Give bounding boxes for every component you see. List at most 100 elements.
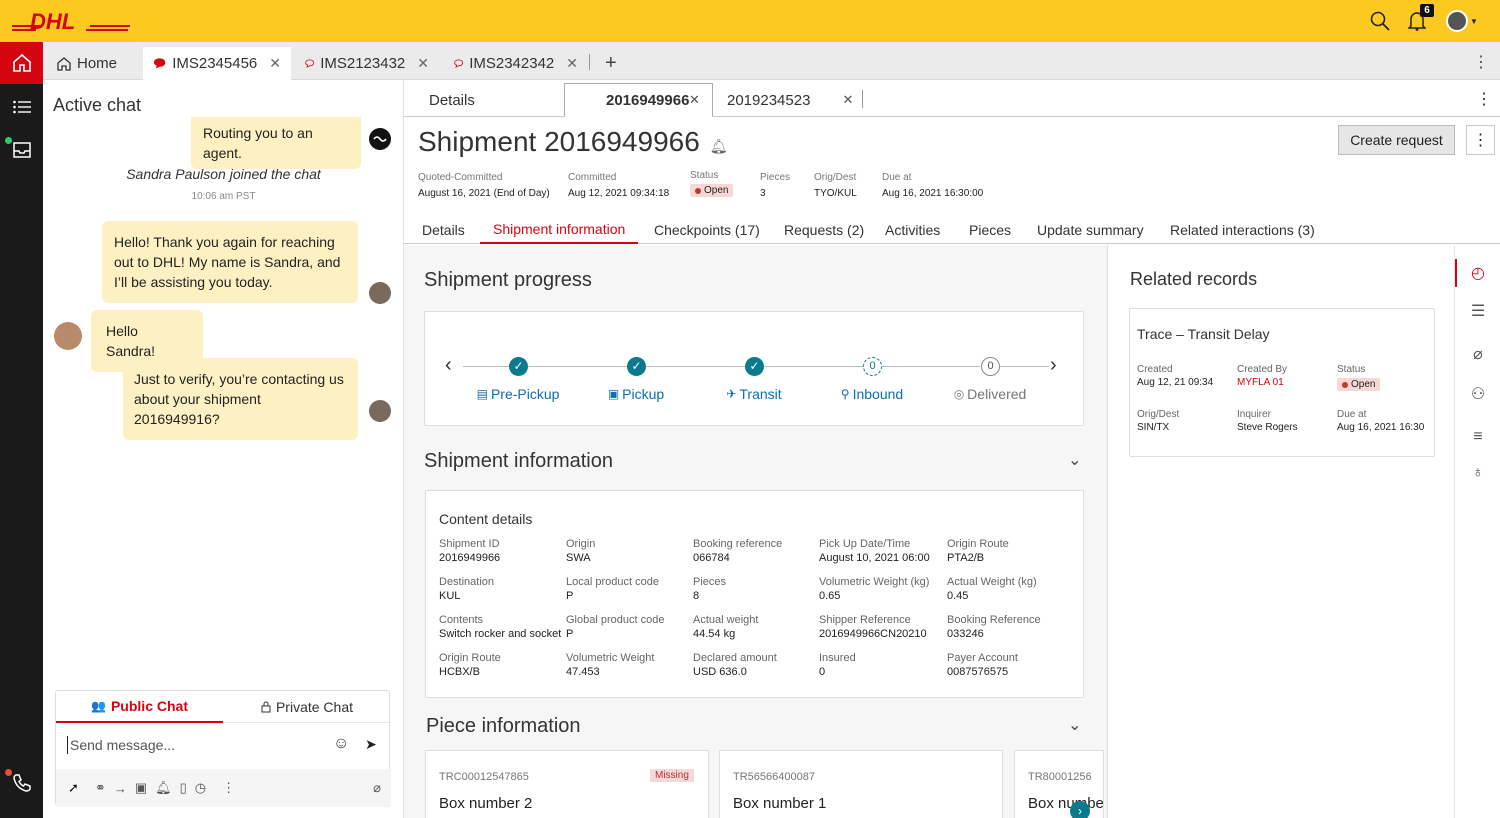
contacts-icon[interactable]: ⚇: [1455, 380, 1500, 408]
tab-label: Details: [429, 91, 475, 109]
chevron-right-icon[interactable]: ›: [1050, 354, 1057, 377]
close-icon[interactable]: ✕: [566, 55, 578, 72]
emoji-icon[interactable]: ☺: [333, 735, 349, 753]
home-nav-button[interactable]: [0, 42, 43, 84]
create-request-button[interactable]: Create request: [1338, 125, 1455, 155]
translate-icon[interactable]: ⚭: [95, 780, 106, 796]
tab-shipment-information[interactable]: Shipment information: [480, 216, 639, 244]
tab-pieces[interactable]: Pieces: [969, 216, 1011, 244]
kebab-menu-icon[interactable]: ⋮: [1473, 52, 1489, 72]
content-scroll-area[interactable]: Shipment progress ‹ › ✓ ▤ Pre-Pickup ✓ ▣ P…: [404, 245, 1107, 818]
avatar-menu[interactable]: ▼: [1444, 8, 1480, 34]
message-text: Hello Sandra!: [106, 323, 156, 359]
meta-committed: Committed Aug 12, 2021 09:34:18: [568, 172, 669, 199]
piece-card[interactable]: TRC00012547865 Missing Box number 2: [425, 750, 709, 818]
page-title: Shipment 2016949966 🔔︎: [418, 126, 728, 158]
tab-ims2345456[interactable]: IMS2345456 ✕: [143, 47, 291, 80]
more-actions-button[interactable]: ⋮: [1466, 125, 1495, 155]
send-icon[interactable]: ➤: [365, 736, 377, 753]
chevron-down-icon[interactable]: ⌄: [1068, 450, 1081, 470]
chevron-left-icon[interactable]: ‹: [445, 354, 452, 377]
chat-mode-tabs: 👥 Public Chat Private Chat: [56, 691, 391, 723]
progress-line: [882, 366, 980, 367]
more-icon[interactable]: ⋮: [222, 780, 235, 796]
inbox-nav-button[interactable]: [0, 129, 43, 171]
attachment-icon[interactable]: ⌀: [373, 780, 381, 796]
lightbulb-icon[interactable]: ♁: [1455, 459, 1500, 487]
message-input[interactable]: Send message...: [70, 737, 175, 753]
piece-card[interactable]: TR56566400087 Box number 1: [719, 750, 1003, 818]
list-icon[interactable]: ≡: [1455, 423, 1500, 451]
tab-private-chat[interactable]: Private Chat: [223, 691, 391, 723]
field-value: KUL: [439, 590, 461, 602]
field-label: Booking Reference: [947, 614, 1041, 626]
related-title: Related records: [1130, 269, 1258, 289]
list-icon: [12, 100, 31, 114]
related-record-card[interactable]: Trace – Transit Delay Created Aug 12, 21 …: [1129, 308, 1435, 457]
forward-icon[interactable]: →: [114, 781, 127, 796]
search-icon[interactable]: [1367, 8, 1393, 34]
record-field: Created By MYFLA 01: [1237, 364, 1287, 388]
pointer-icon[interactable]: ➚: [68, 780, 79, 796]
details-icon[interactable]: ☰: [1455, 297, 1500, 325]
field-value: HCBX/B: [439, 666, 480, 678]
clock-icon[interactable]: ◷: [195, 780, 206, 796]
bookmark-icon[interactable]: ▯: [180, 780, 187, 796]
scroll-right-button[interactable]: ›: [1070, 801, 1090, 818]
add-tab-button[interactable]: +: [595, 47, 627, 80]
activity-icon[interactable]: ◴: [1455, 259, 1500, 287]
field-value: SWA: [566, 552, 591, 564]
tab-activities[interactable]: Activities: [885, 216, 940, 244]
subtab-2019234523[interactable]: 2019234523 ✕: [727, 83, 853, 117]
subtab-2016949966[interactable]: 2016949966 ✕: [564, 83, 713, 117]
tab-update-summary[interactable]: Update summary: [1037, 216, 1144, 244]
field-value: Aug 16, 2021 16:30: [1337, 422, 1425, 433]
piece-name: Box number 2: [439, 795, 533, 812]
tab-ims2123432[interactable]: IMS2123432 ✕: [295, 47, 439, 80]
field-value: 47.453: [566, 666, 600, 678]
customer-avatar-icon: [54, 322, 82, 350]
list-nav-button[interactable]: [0, 86, 43, 128]
kebab-menu-icon: ⋮: [1472, 132, 1489, 149]
field-label: Origin Route: [947, 538, 1009, 550]
close-icon[interactable]: ✕: [417, 55, 429, 72]
field-value[interactable]: MYFLA 01: [1237, 377, 1287, 388]
tab-label: IMS2345456: [172, 55, 258, 72]
chevron-down-icon[interactable]: ⌄: [1068, 715, 1081, 735]
agent-message: Hello! Thank you again for reaching out …: [102, 221, 358, 303]
subtab-details[interactable]: Details: [429, 83, 475, 117]
close-icon[interactable]: ✕: [842, 92, 853, 108]
message-text: Routing you to an agent.: [203, 125, 313, 161]
content-field: Global product code P: [566, 614, 664, 640]
field-label: Orig/Dest: [1137, 409, 1180, 420]
bell-icon[interactable]: 🔔︎: [155, 780, 172, 796]
tab-requests[interactable]: Requests (2): [784, 216, 864, 244]
briefcase-icon[interactable]: ▣: [135, 780, 147, 796]
record-field: Created Aug 12, 21 09:34: [1137, 364, 1213, 388]
meta-value: 3: [760, 188, 766, 199]
tab-public-chat[interactable]: 👥 Public Chat: [56, 691, 223, 723]
tab-ims2342342[interactable]: IMS2342342 ✕: [444, 47, 588, 80]
piece-card[interactable]: TR80001256 Box numbe: [1014, 750, 1104, 818]
field-label: Global product code: [566, 614, 665, 626]
meta-orig-dest: Orig/Dest TYO/KUL: [814, 172, 857, 199]
close-icon[interactable]: ✕: [269, 55, 281, 72]
tab-related-interactions[interactable]: Related interactions (3): [1170, 216, 1315, 244]
tab-checkpoints[interactable]: Checkpoints (17): [654, 216, 760, 244]
tab-details[interactable]: Details: [422, 216, 465, 244]
phone-nav-button[interactable]: [0, 762, 43, 804]
dhl-logo[interactable]: DHL: [12, 8, 132, 34]
tab-label: Public Chat: [110, 698, 188, 714]
chat-outline-icon: [305, 59, 314, 68]
field-label: Local product code: [566, 576, 659, 588]
phone-icon: [12, 774, 31, 792]
tab-home[interactable]: Home: [47, 47, 141, 80]
content-field: Local product code P: [566, 576, 659, 602]
meta-pieces: Pieces 3: [760, 172, 790, 199]
meta-value: TYO/KUL: [814, 188, 857, 199]
close-icon[interactable]: ✕: [689, 92, 700, 108]
record-tabs: Details 2016949966 ✕ 2019234523 ✕ ⋮: [404, 80, 1500, 117]
attachment-icon[interactable]: ⌀: [1455, 340, 1500, 368]
bell-icon[interactable]: 🔔︎: [710, 138, 728, 154]
kebab-menu-icon[interactable]: ⋮: [1476, 89, 1492, 109]
